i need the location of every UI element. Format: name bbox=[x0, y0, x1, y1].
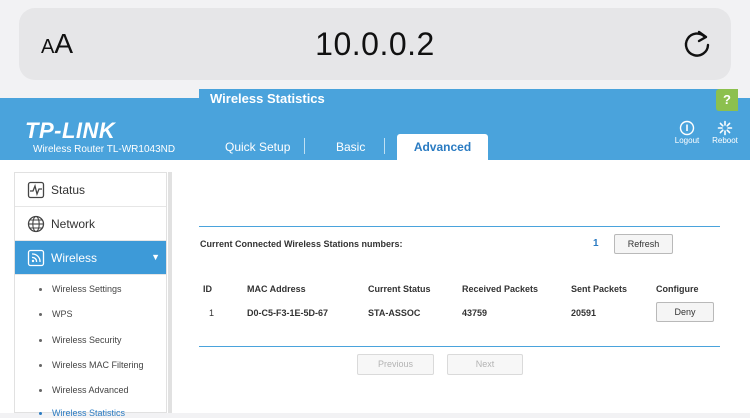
content-divider bbox=[168, 172, 172, 413]
logout-icon bbox=[679, 120, 695, 136]
previous-button[interactable]: Previous bbox=[357, 354, 434, 375]
tab-quick-setup[interactable]: Quick Setup bbox=[225, 140, 290, 154]
reboot-label: Reboot bbox=[712, 136, 738, 145]
sidebar-item-label: Status bbox=[51, 183, 86, 197]
refresh-button[interactable]: Refresh bbox=[614, 234, 673, 254]
url-text[interactable]: 10.0.0.2 bbox=[19, 26, 731, 63]
stations-count: 1 bbox=[593, 238, 599, 249]
reboot-icon bbox=[717, 120, 733, 136]
sidebar-subitem-wps[interactable]: WPS bbox=[39, 309, 73, 319]
table-divider bbox=[199, 346, 720, 347]
subitem-label: WPS bbox=[52, 309, 73, 319]
sidebar-subitem-wireless-security[interactable]: Wireless Security bbox=[39, 335, 122, 345]
tab-advanced[interactable]: Advanced bbox=[397, 134, 488, 160]
next-button[interactable]: Next bbox=[447, 354, 523, 375]
status-icon bbox=[27, 181, 45, 199]
column-header-id: ID bbox=[203, 284, 212, 294]
section-divider bbox=[199, 226, 720, 227]
page-title: Wireless Statistics bbox=[199, 89, 720, 109]
chevron-down-icon: ▼ bbox=[151, 252, 160, 262]
sidebar-item-network[interactable]: Network bbox=[15, 207, 166, 241]
reboot-button[interactable]: Reboot bbox=[705, 120, 745, 145]
sidebar-item-status[interactable]: Status bbox=[15, 173, 166, 207]
cell-status: STA-ASSOC bbox=[368, 308, 421, 318]
tab-divider bbox=[384, 138, 385, 154]
address-bar[interactable]: AA 10.0.0.2 bbox=[19, 8, 731, 80]
sidebar: Status Network Wireless ▼ Wireless Setti… bbox=[14, 172, 167, 418]
sidebar-subitem-mac-filtering[interactable]: Wireless MAC Filtering bbox=[39, 360, 144, 370]
bullet-icon bbox=[39, 313, 42, 317]
deny-button[interactable]: Deny bbox=[656, 302, 714, 322]
bullet-icon bbox=[39, 288, 42, 292]
help-button[interactable]: ? bbox=[716, 89, 738, 111]
subitem-label: Wireless Security bbox=[52, 335, 122, 345]
subitem-label: Wireless MAC Filtering bbox=[52, 360, 144, 370]
bullet-icon bbox=[39, 389, 42, 393]
column-header-sent: Sent Packets bbox=[571, 284, 628, 294]
sidebar-subitem-wireless-statistics[interactable]: Wireless Statistics bbox=[39, 408, 125, 418]
sidebar-subitem-wireless-settings[interactable]: Wireless Settings bbox=[39, 284, 122, 294]
stations-label: Current Connected Wireless Stations numb… bbox=[200, 239, 403, 249]
cell-mac: D0-C5-F3-1E-5D-67 bbox=[247, 308, 329, 318]
column-header-configure: Configure bbox=[656, 284, 699, 294]
logout-button[interactable]: Logout bbox=[667, 120, 707, 145]
subitem-label: Wireless Statistics bbox=[52, 408, 126, 418]
reload-icon[interactable] bbox=[681, 28, 713, 60]
tab-basic[interactable]: Basic bbox=[336, 140, 365, 154]
column-header-mac: MAC Address bbox=[247, 284, 306, 294]
sidebar-item-label: Wireless bbox=[51, 251, 98, 265]
cell-sent: 20591 bbox=[571, 308, 597, 318]
subitem-label: Wireless Settings bbox=[52, 284, 122, 294]
globe-icon bbox=[27, 215, 45, 233]
bullet-icon bbox=[39, 339, 42, 343]
sidebar-subitem-wireless-advanced[interactable]: Wireless Advanced bbox=[39, 385, 129, 395]
sidebar-item-wireless[interactable]: Wireless ▼ bbox=[15, 241, 166, 275]
cell-received: 43759 bbox=[462, 308, 488, 318]
cell-id: 1 bbox=[209, 308, 215, 318]
subitem-label: Wireless Advanced bbox=[52, 385, 129, 395]
logout-label: Logout bbox=[674, 136, 700, 145]
sidebar-item-label: Network bbox=[51, 217, 96, 231]
column-header-status: Current Status bbox=[368, 284, 431, 294]
wireless-icon bbox=[27, 249, 45, 267]
bullet-icon bbox=[39, 364, 42, 368]
brand-logo: TP-LINK bbox=[25, 118, 116, 143]
tab-divider bbox=[304, 138, 305, 154]
column-header-received: Received Packets bbox=[462, 284, 539, 294]
router-model: Wireless Router TL-WR1043ND bbox=[33, 144, 176, 155]
